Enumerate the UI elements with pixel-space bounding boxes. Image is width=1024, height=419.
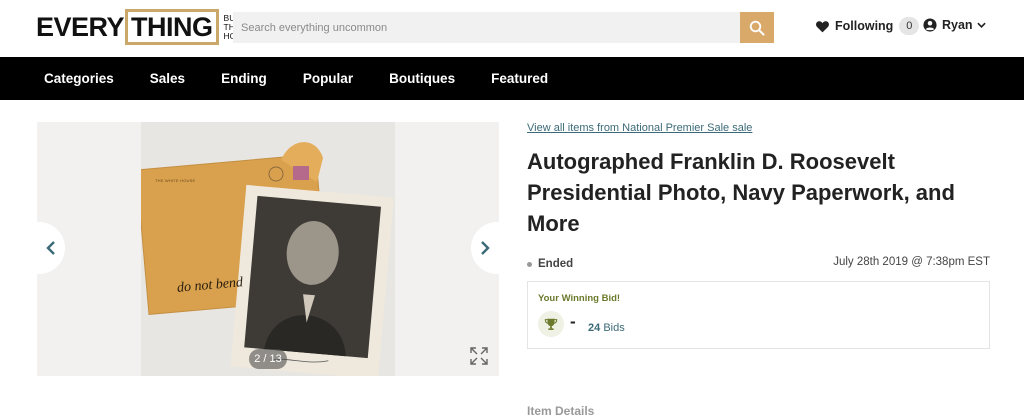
- bid-count-link[interactable]: 24 Bids: [588, 322, 625, 334]
- chevron-right-icon: [481, 241, 490, 255]
- gallery-counter: 2 / 13: [249, 349, 287, 369]
- status-label: Ended: [538, 258, 574, 270]
- site-logo[interactable]: EVERY THING BUT THE HOUSE: [36, 9, 254, 45]
- trophy-icon: [538, 311, 564, 337]
- auction-end-date: July 28th 2019 @ 7:38pm EST: [833, 256, 990, 268]
- image-gallery: THE WHITE HOUSE do not bend 2 / 13: [37, 122, 499, 376]
- bid-count: 24: [588, 322, 601, 334]
- search-button[interactable]: [740, 12, 774, 43]
- main-nav: Categories Sales Ending Popular Boutique…: [0, 57, 1024, 100]
- user-menu[interactable]: Ryan: [923, 18, 986, 32]
- winning-bid-value: -: [570, 312, 576, 331]
- logo-every-text: EVERY: [36, 12, 125, 42]
- fullscreen-button[interactable]: [469, 346, 489, 366]
- search-icon: [749, 20, 765, 35]
- nav-item-sales[interactable]: Sales: [150, 71, 185, 86]
- nav-item-ending[interactable]: Ending: [221, 71, 267, 86]
- status-dot: [527, 261, 532, 267]
- chevron-down-icon: [976, 22, 986, 28]
- gallery-prev-button[interactable]: [37, 222, 65, 274]
- winning-bid-box: Your Winning Bid! - 24 Bids: [527, 281, 990, 349]
- item-title: Autographed Franklin D. Roosevelt Presid…: [527, 149, 955, 236]
- item-photo-illustration: [135, 122, 395, 376]
- search-input[interactable]: [233, 12, 740, 43]
- chevron-left-icon: [46, 241, 55, 255]
- winning-bid-label: Your Winning Bid!: [538, 293, 621, 304]
- item-details-heading: Item Details: [527, 404, 595, 418]
- nav-item-boutiques[interactable]: Boutiques: [389, 71, 455, 86]
- view-all-sale-items-link[interactable]: View all items from National Premier Sal…: [527, 122, 752, 134]
- nav-item-popular[interactable]: Popular: [303, 71, 353, 86]
- search-bar: [233, 12, 774, 43]
- logo-thing-text: THING: [125, 9, 219, 45]
- heart-icon: [816, 20, 829, 32]
- following-label: Following: [835, 19, 894, 33]
- expand-icon: [470, 347, 488, 365]
- bid-count-suffix: Bids: [603, 322, 625, 334]
- auction-status: Ended: [527, 258, 573, 270]
- envelope-header-text: THE WHITE HOUSE: [155, 178, 196, 183]
- gallery-next-button[interactable]: [471, 222, 499, 274]
- nav-item-featured[interactable]: Featured: [491, 71, 548, 86]
- user-avatar-icon: [923, 18, 937, 32]
- site-header: EVERY THING BUT THE HOUSE Following 0 Ry: [0, 0, 1024, 57]
- user-name: Ryan: [942, 18, 973, 32]
- following-count-badge: 0: [899, 17, 920, 35]
- following-button[interactable]: Following 0: [815, 17, 920, 35]
- item-photo[interactable]: THE WHITE HOUSE do not bend: [135, 122, 395, 376]
- nav-item-categories[interactable]: Categories: [44, 71, 114, 86]
